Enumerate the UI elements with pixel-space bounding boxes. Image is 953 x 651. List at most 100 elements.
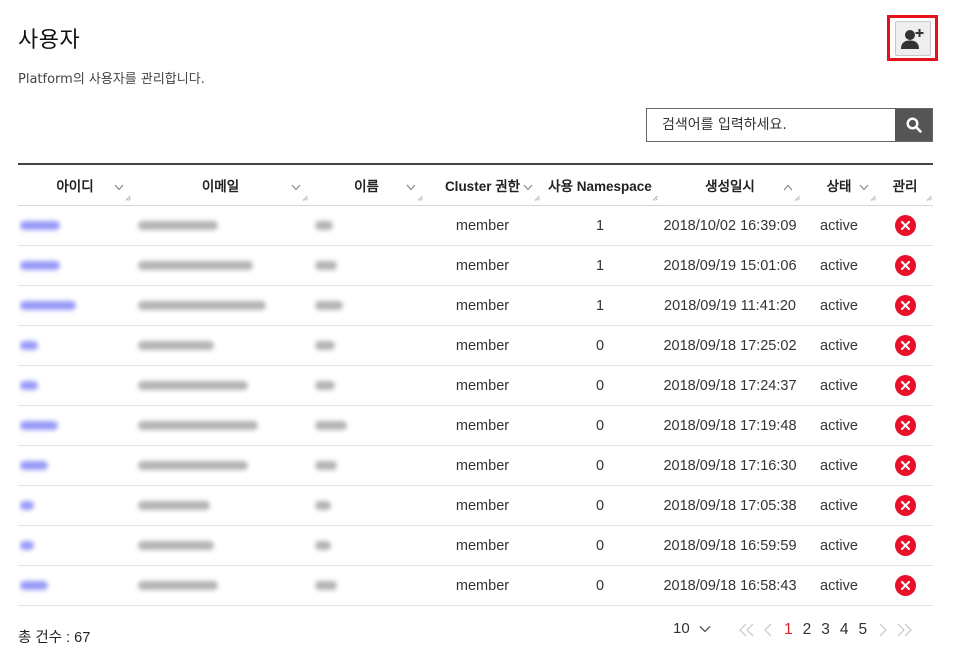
delete-user-button[interactable] — [894, 215, 916, 236]
prev-page-icon[interactable] — [763, 623, 773, 637]
user-name — [315, 501, 331, 510]
cell-status: active — [801, 566, 877, 605]
page-link-3[interactable]: 3 — [821, 621, 830, 639]
cell-manage — [877, 286, 933, 325]
table-row: member 0 2018/09/18 16:59:59 active — [18, 526, 933, 566]
page-size-value: 10 — [673, 620, 690, 637]
cell-namespace: 1 — [541, 206, 659, 245]
user-id-link[interactable] — [20, 541, 34, 550]
close-icon — [900, 261, 910, 270]
chevron-down-icon — [699, 625, 711, 632]
chevron-down-icon[interactable] — [114, 179, 124, 194]
column-header-name[interactable]: 이름 — [309, 165, 424, 205]
delete-user-button[interactable] — [894, 375, 916, 396]
add-user-button[interactable] — [895, 21, 931, 56]
user-id-link[interactable] — [20, 301, 76, 310]
column-header-status[interactable]: 상태 — [801, 165, 877, 205]
last-page-icon[interactable] — [891, 623, 913, 637]
cell-manage — [877, 206, 933, 245]
cell-namespace: 1 — [541, 286, 659, 325]
user-id-link[interactable] — [20, 461, 48, 470]
cell-id — [18, 526, 132, 565]
cell-value: 2018/10/02 16:39:09 — [663, 217, 797, 234]
cell-status: active — [801, 526, 877, 565]
chevron-down-icon[interactable] — [859, 179, 869, 194]
page-link-4[interactable]: 4 — [840, 621, 849, 639]
column-resize-handle[interactable] — [534, 189, 540, 204]
cell-value: 2018/09/19 15:01:06 — [663, 257, 797, 274]
user-id-link[interactable] — [20, 261, 60, 270]
column-header-created[interactable]: 생성일시 — [659, 165, 801, 205]
delete-user-button[interactable] — [894, 455, 916, 476]
search-icon — [905, 117, 922, 133]
cell-id — [18, 406, 132, 445]
cell-namespace: 0 — [541, 526, 659, 565]
page-link-1[interactable]: 1 — [784, 621, 793, 639]
table-row: member 1 2018/09/19 11:41:20 active — [18, 286, 933, 326]
delete-user-button[interactable] — [894, 295, 916, 316]
user-id-link[interactable] — [20, 421, 58, 430]
cell-value: active — [820, 577, 858, 594]
column-header-namespace[interactable]: 사용 Namespace — [541, 165, 659, 205]
cell-manage — [877, 566, 933, 605]
column-header-cluster_role[interactable]: Cluster 권한 — [424, 165, 541, 205]
next-page-icon[interactable] — [878, 623, 888, 637]
delete-user-button[interactable] — [894, 255, 916, 276]
column-resize-handle[interactable] — [652, 189, 658, 204]
close-icon — [900, 541, 910, 550]
column-resize-handle[interactable] — [794, 189, 800, 204]
column-header-manage[interactable]: 관리 — [877, 165, 933, 205]
close-icon — [900, 461, 910, 470]
page-title: 사용자 — [18, 28, 81, 53]
column-resize-handle[interactable] — [125, 189, 131, 204]
cell-status: active — [801, 326, 877, 365]
cell-namespace: 0 — [541, 406, 659, 445]
cell-name — [309, 526, 424, 565]
user-id-link[interactable] — [20, 341, 38, 350]
cell-cluster_role: member — [424, 406, 541, 445]
chevron-down-icon[interactable] — [406, 179, 416, 194]
delete-user-button[interactable] — [894, 415, 916, 436]
cell-name — [309, 286, 424, 325]
column-header-email[interactable]: 이메일 — [132, 165, 309, 205]
delete-user-button[interactable] — [894, 335, 916, 356]
user-id-link[interactable] — [20, 581, 48, 590]
users-table: 아이디 이메일 이름 Cluster 권한 사용 Namespace 생성일시 상태 관리 m… — [18, 163, 933, 606]
page-size-select[interactable]: 10 — [673, 620, 711, 637]
chevron-up-icon[interactable] — [783, 179, 793, 194]
column-resize-handle[interactable] — [417, 189, 423, 204]
column-resize-handle[interactable] — [302, 189, 308, 204]
column-resize-handle[interactable] — [870, 189, 876, 204]
cell-id — [18, 446, 132, 485]
delete-user-button[interactable] — [894, 575, 916, 596]
user-name — [315, 261, 337, 270]
user-id-link[interactable] — [20, 381, 38, 390]
cell-created: 2018/09/18 17:24:37 — [659, 366, 801, 405]
cell-manage — [877, 486, 933, 525]
column-header-label: 생성일시 — [705, 179, 755, 194]
cell-id — [18, 206, 132, 245]
cell-namespace: 1 — [541, 246, 659, 285]
chevron-down-icon[interactable] — [291, 179, 301, 194]
search-button[interactable] — [895, 109, 932, 141]
user-id-link[interactable] — [20, 501, 34, 510]
user-id-link[interactable] — [20, 221, 60, 230]
cell-email — [132, 206, 309, 245]
cell-id — [18, 326, 132, 365]
cell-cluster_role: member — [424, 446, 541, 485]
cell-status: active — [801, 446, 877, 485]
delete-user-button[interactable] — [894, 495, 916, 516]
cell-value: member — [455, 257, 510, 274]
cell-value: member — [455, 417, 510, 434]
column-header-label: 사용 Namespace — [548, 179, 652, 194]
table-row: member 0 2018/09/18 17:19:48 active — [18, 406, 933, 446]
column-header-id[interactable]: 아이디 — [18, 165, 132, 205]
chevron-down-icon[interactable] — [523, 179, 533, 194]
delete-user-button[interactable] — [894, 535, 916, 556]
page-link-5[interactable]: 5 — [859, 621, 868, 639]
column-resize-handle[interactable] — [926, 189, 932, 204]
first-page-icon[interactable] — [738, 623, 760, 637]
search-input[interactable] — [647, 109, 895, 141]
user-email — [138, 501, 210, 510]
page-link-2[interactable]: 2 — [803, 621, 812, 639]
